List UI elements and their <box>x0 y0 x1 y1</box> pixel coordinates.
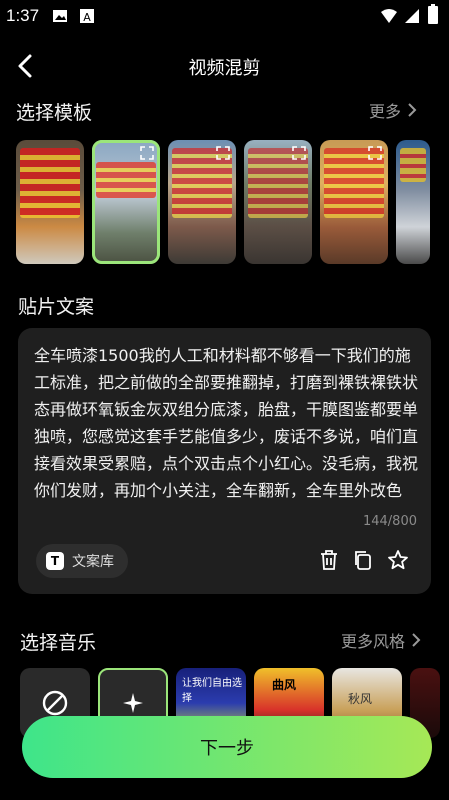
templates-more-label: 更多 <box>368 102 401 121</box>
copy-library-label: 文案库 <box>72 554 114 570</box>
expand-icon[interactable] <box>140 146 154 160</box>
no-music-icon <box>42 690 68 716</box>
music-tile-caption: 让我们自由选择 <box>182 678 242 704</box>
copy-library-button[interactable]: T 文案库 <box>36 544 128 578</box>
template-thumb[interactable] <box>168 140 236 264</box>
copy-icon[interactable] <box>351 548 375 572</box>
favorite-star-icon[interactable] <box>386 548 410 572</box>
status-bar: 1:37 A <box>0 0 449 34</box>
template-carousel[interactable] <box>16 140 449 266</box>
page-title: 视频混剪 <box>188 58 261 79</box>
copy-text-area[interactable]: 全车喷漆1500我的人工和材料都不够看一下我们的施工标准，把之前做的全部要推翻掉… <box>34 342 418 512</box>
signal-icon <box>405 9 419 23</box>
music-more-label: 更多风格 <box>340 632 405 651</box>
template-thumb[interactable] <box>16 140 84 264</box>
wifi-icon <box>381 9 397 23</box>
font-icon: A <box>80 9 94 24</box>
copy-section-title: 贴片文案 <box>18 296 95 318</box>
image-icon <box>53 10 67 22</box>
copy-text-card: 全车喷漆1500我的人工和材料都不够看一下我们的施工标准，把之前做的全部要推翻掉… <box>18 328 431 594</box>
status-time: 1:37 <box>6 6 40 25</box>
chevron-right-icon <box>412 633 421 647</box>
expand-icon[interactable] <box>292 146 306 160</box>
templates-section-title: 选择模板 <box>16 102 93 124</box>
expand-icon[interactable] <box>368 146 382 160</box>
template-thumb[interactable] <box>320 140 388 264</box>
templates-more-link[interactable]: 更多 <box>369 98 417 122</box>
music-tile-caption: 曲风 <box>272 678 297 692</box>
sparkle-icon <box>123 693 143 713</box>
template-thumb[interactable] <box>244 140 312 264</box>
next-step-button[interactable]: 下一步 <box>22 716 432 778</box>
delete-icon[interactable] <box>317 548 341 572</box>
music-tile-caption: 秋风 <box>348 692 373 706</box>
header: 视频混剪 <box>0 44 449 88</box>
music-section-title: 选择音乐 <box>20 632 97 654</box>
music-more-link[interactable]: 更多风格 <box>341 628 421 652</box>
char-count: 144/800 <box>362 514 417 529</box>
template-thumb-selected[interactable] <box>92 140 160 264</box>
chevron-right-icon <box>408 103 417 117</box>
battery-icon <box>428 4 438 24</box>
expand-icon[interactable] <box>216 146 230 160</box>
text-library-icon: T <box>46 552 64 570</box>
svg-text:A: A <box>83 11 91 24</box>
template-thumb[interactable] <box>396 140 430 264</box>
